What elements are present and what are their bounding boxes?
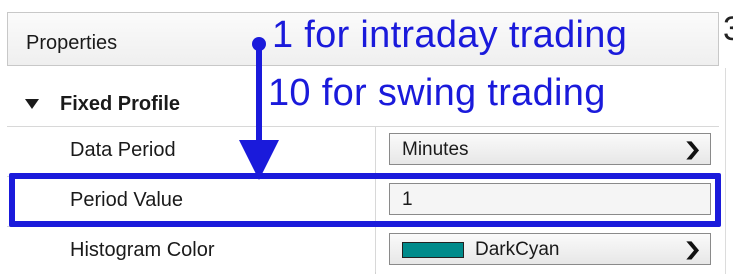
color-swatch [402,242,464,258]
annotation-arrow-shaft [256,44,262,144]
scrollbar-track[interactable] [725,68,726,274]
dropdown-value: Minutes [402,139,469,160]
property-name: Data Period [70,139,176,161]
chevron-down-icon: ❯ [682,239,703,260]
annotation-line-1: 1 for intraday trading [272,14,628,56]
down-arrow-icon [239,140,279,180]
property-value-cell: Minutes ❯ [375,127,720,172]
top-right-glyph: 3 [723,10,733,48]
period-value-highlight-annotation [9,173,721,227]
category-label: Fixed Profile [60,93,181,115]
properties-header-label: Properties [26,32,118,54]
annotation-line-2: 10 for swing trading [268,72,606,114]
property-value-cell: DarkCyan ❯ [375,227,720,272]
data-period-dropdown[interactable]: Minutes ❯ [389,133,711,165]
chevron-down-icon: ❯ [682,139,703,160]
property-row-histogram-color: Histogram Color DarkCyan ❯ [7,226,719,272]
histogram-color-dropdown[interactable]: DarkCyan ❯ [389,233,711,265]
expand-triangle-icon[interactable] [25,99,39,109]
property-name: Histogram Color [70,239,215,261]
panel-right-edge: 3 [719,0,733,274]
dropdown-value: DarkCyan [475,239,560,260]
property-row-data-period: Data Period Minutes ❯ [7,126,719,172]
